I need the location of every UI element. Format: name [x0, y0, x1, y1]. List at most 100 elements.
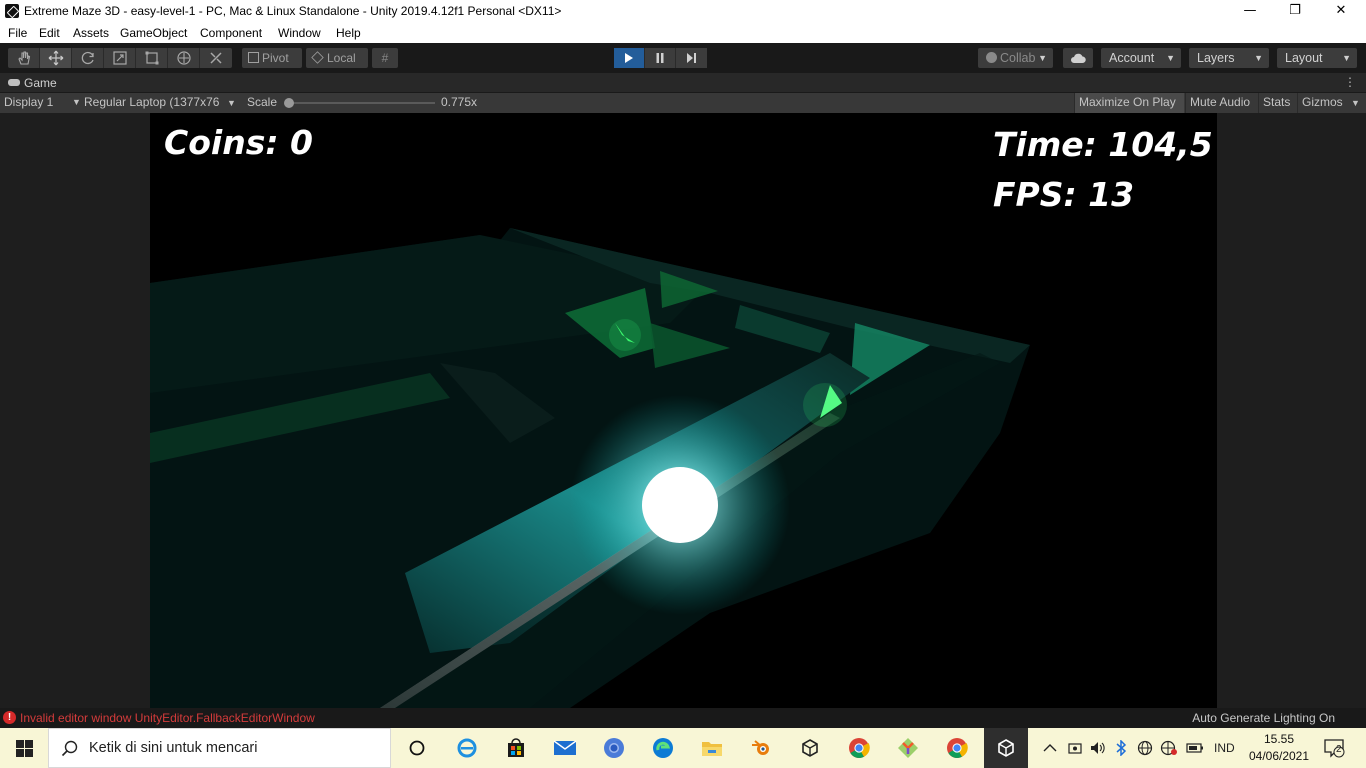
mute-audio-toggle[interactable]: Mute Audio: [1185, 93, 1256, 113]
windows-logo-icon: [15, 739, 33, 757]
local-cube-icon: [311, 51, 324, 64]
action-center-button[interactable]: 2: [1323, 728, 1345, 768]
collab-dropdown[interactable]: Collab ▼: [978, 48, 1053, 68]
pivot-toggle[interactable]: Pivot: [242, 48, 302, 68]
volume-icon[interactable]: [1090, 728, 1106, 768]
local-toggle[interactable]: Local: [306, 48, 368, 68]
transform-tool-icon[interactable]: [168, 48, 200, 68]
start-button[interactable]: [0, 728, 48, 768]
play-button[interactable]: [614, 48, 645, 68]
taskbar-git[interactable]: [886, 728, 930, 768]
taskbar-chromium[interactable]: [592, 728, 636, 768]
search-placeholder: Ketik di sini untuk mencari: [89, 740, 258, 756]
windows-taskbar: Ketik di sini untuk mencari IND 15.55 04…: [0, 728, 1366, 768]
scale-tool-icon[interactable]: [104, 48, 136, 68]
taskbar-edge[interactable]: [641, 728, 685, 768]
taskbar-file-explorer[interactable]: [690, 728, 734, 768]
menu-assets[interactable]: Assets: [73, 26, 109, 40]
menu-window[interactable]: Window: [278, 26, 321, 40]
time-counter: Time: 104,5: [993, 125, 1213, 164]
player-ball: [642, 467, 718, 543]
task-view-button[interactable]: [395, 728, 439, 768]
account-dropdown[interactable]: Account ▼: [1101, 48, 1181, 68]
game-tab-bar: Game ⋮: [0, 73, 1366, 93]
resolution-chevron-down-icon: ▼: [227, 98, 236, 108]
menu-file[interactable]: File: [8, 26, 27, 40]
scale-value: 0.775x: [441, 95, 478, 109]
layout-dropdown[interactable]: Layout ▼: [1277, 48, 1357, 68]
show-hidden-icons-chevron-up-icon[interactable]: [1043, 728, 1057, 768]
taskbar-ie[interactable]: [445, 728, 489, 768]
error-icon: !: [3, 711, 16, 724]
taskbar-unity-editor[interactable]: [984, 728, 1028, 768]
main-toolbar: Pivot Local # Collab ▼ Account ▼ Layers ▼ L…: [0, 43, 1366, 73]
taskbar-blender[interactable]: [739, 728, 783, 768]
hand-tool-icon[interactable]: [8, 48, 40, 68]
meet-now-icon[interactable]: [1068, 728, 1082, 768]
chrome-icon: [947, 738, 968, 759]
bluetooth-icon[interactable]: [1115, 728, 1127, 768]
scale-slider-handle[interactable]: [284, 98, 294, 108]
clock-time: 15.55: [1263, 732, 1295, 746]
clock-date: 04/06/2021: [1248, 749, 1310, 763]
grid-icon: #: [381, 51, 389, 65]
display-dropdown[interactable]: Display 1 ▼: [4, 93, 81, 113]
chevron-down-icon: ▼: [1166, 53, 1175, 63]
chromium-icon: [604, 738, 624, 758]
close-button[interactable]: ✕: [1318, 0, 1364, 23]
menu-help[interactable]: Help: [336, 26, 361, 40]
battery-icon[interactable]: [1186, 728, 1204, 768]
more-options-icon[interactable]: ⋮: [1344, 75, 1356, 89]
scale-label: Scale: [247, 95, 278, 109]
notification-count: 2: [1336, 744, 1342, 755]
pause-button[interactable]: [645, 48, 676, 68]
security-shield-icon[interactable]: [1160, 728, 1178, 768]
tab-game-label: Game: [24, 76, 57, 90]
status-bar: ! Invalid editor window UnityEditor.Fall…: [0, 708, 1366, 728]
minimize-button[interactable]: —: [1227, 0, 1273, 23]
display-label: Display 1: [4, 95, 54, 109]
coins-counter: Coins: 0: [164, 123, 313, 162]
unity-hub-icon: [802, 739, 818, 757]
taskbar-chrome-1[interactable]: [837, 728, 881, 768]
playback-controls: [614, 48, 707, 68]
gizmos-chevron-down-icon[interactable]: ▼: [1351, 93, 1360, 113]
stats-toggle[interactable]: Stats: [1258, 93, 1296, 113]
taskbar-clock[interactable]: 15.55 04/06/2021: [1244, 731, 1314, 765]
rotate-tool-icon[interactable]: [72, 48, 104, 68]
mail-icon: [553, 740, 577, 755]
input-language[interactable]: IND: [1214, 728, 1235, 768]
taskbar-chrome-2[interactable]: [935, 728, 979, 768]
tab-game[interactable]: Game: [0, 73, 72, 93]
chrome-icon: [849, 738, 870, 759]
account-label: Account: [1109, 51, 1155, 65]
pivot-icon: [248, 52, 259, 63]
resolution-dropdown[interactable]: Regular Laptop (1377x76: [84, 93, 238, 113]
unity-icon: [998, 739, 1014, 757]
step-button[interactable]: [676, 48, 707, 68]
game-view[interactable]: Coins: 0 Time: 104,5 FPS: 13: [150, 113, 1217, 708]
menu-component[interactable]: Component: [200, 26, 262, 40]
taskbar-unity-hub[interactable]: [788, 728, 832, 768]
grid-snap-button[interactable]: #: [372, 48, 398, 68]
custom-tool-icon[interactable]: [200, 48, 232, 68]
gizmos-toggle[interactable]: Gizmos: [1297, 93, 1347, 113]
move-tool-icon[interactable]: [40, 48, 72, 68]
menu-gameobject[interactable]: GameObject: [120, 26, 187, 40]
taskbar-store[interactable]: [494, 728, 538, 768]
layers-dropdown[interactable]: Layers ▼: [1189, 48, 1269, 68]
maximize-on-play-toggle[interactable]: Maximize On Play: [1074, 93, 1184, 113]
cloud-button[interactable]: [1063, 48, 1093, 68]
network-globe-icon[interactable]: [1137, 728, 1153, 768]
restore-button[interactable]: ❐: [1272, 0, 1318, 23]
taskbar-search-box[interactable]: Ketik di sini untuk mencari: [48, 728, 391, 768]
rect-tool-icon[interactable]: [136, 48, 168, 68]
fps-counter: FPS: 13: [993, 175, 1135, 214]
menu-edit[interactable]: Edit: [39, 26, 60, 40]
window-title-bar: Extreme Maze 3D - easy-level-1 - PC, Mac…: [0, 0, 1366, 23]
collab-label: Collab: [1000, 51, 1036, 65]
gamepad-icon: [8, 79, 20, 86]
console-error-message[interactable]: Invalid editor window UnityEditor.Fallba…: [20, 711, 315, 725]
taskbar-mail[interactable]: [543, 728, 587, 768]
scale-slider-track[interactable]: [289, 102, 435, 104]
